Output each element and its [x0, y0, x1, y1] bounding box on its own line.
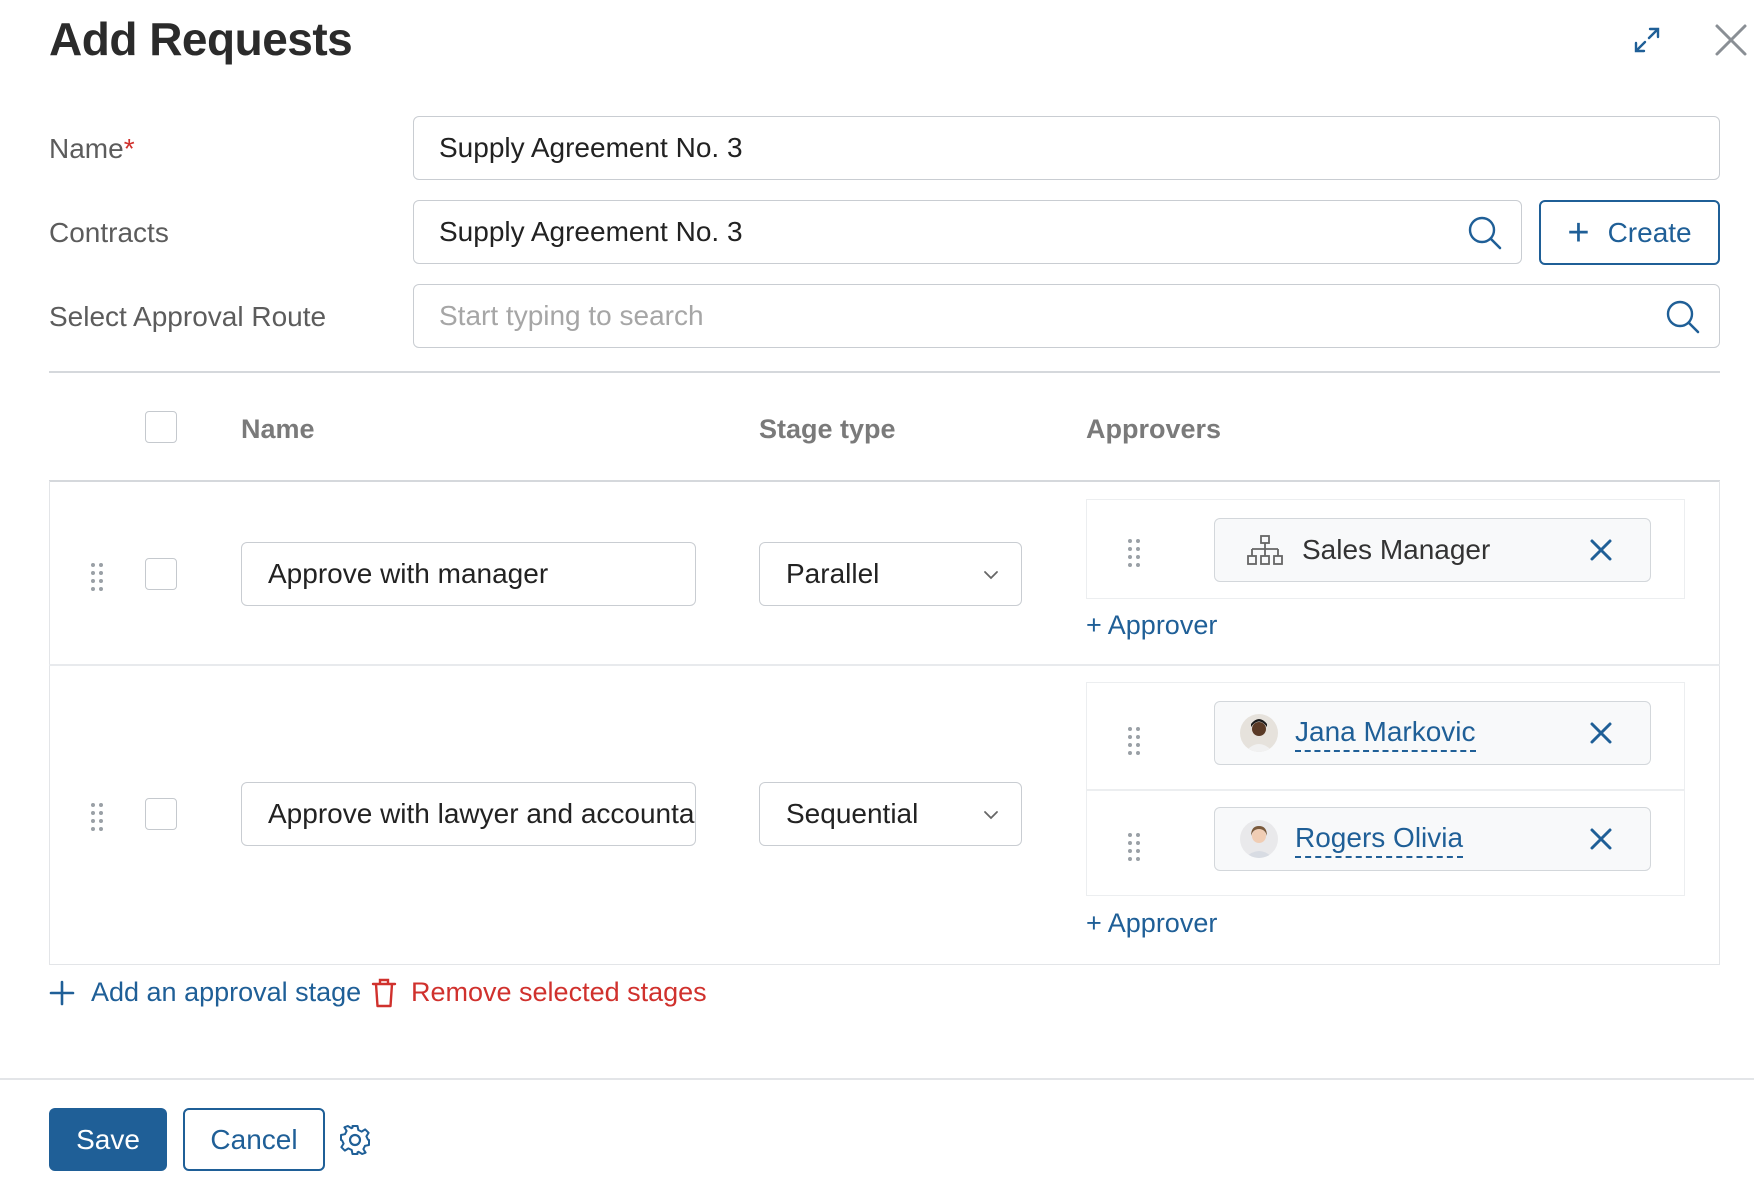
avatar — [1240, 820, 1278, 858]
search-icon[interactable] — [1663, 297, 1703, 337]
close-icon — [1715, 24, 1747, 56]
row-checkbox[interactable] — [145, 558, 177, 590]
stage-name-value: Approve with lawyer and accountant — [268, 798, 696, 829]
dialog-title: Add Requests — [49, 13, 353, 65]
stage-type-value: Sequential — [786, 798, 919, 829]
remove-approver-icon[interactable] — [1588, 537, 1614, 563]
name-label: Name* — [49, 133, 135, 164]
drag-handle-icon[interactable] — [91, 561, 107, 593]
plus-icon: + — [1567, 211, 1590, 254]
stage-name-input[interactable]: Approve with lawyer and accountant — [241, 782, 696, 846]
approver-divider — [1087, 789, 1684, 791]
column-header-stage-type: Stage type — [759, 414, 896, 444]
approval-route-label: Select Approval Route — [49, 301, 327, 332]
close-button[interactable] — [1705, 14, 1754, 66]
remove-approver-icon[interactable] — [1588, 720, 1614, 746]
drag-handle-icon[interactable] — [1128, 831, 1144, 863]
contracts-input[interactable]: Supply Agreement No. 3 — [413, 200, 1522, 264]
plus-icon — [49, 980, 75, 1005]
create-contract-button[interactable]: + Create — [1539, 200, 1720, 265]
name-input[interactable]: Supply Agreement No. 3 — [413, 116, 1720, 180]
remove-stages-label: Remove selected stages — [411, 977, 707, 1007]
column-header-name: Name — [241, 414, 315, 444]
contracts-input-value: Supply Agreement No. 3 — [439, 216, 743, 247]
expand-icon — [1634, 27, 1660, 53]
stage-name-value: Approve with manager — [268, 558, 549, 589]
trash-icon — [371, 978, 397, 1007]
row-divider — [49, 664, 1720, 666]
footer-divider — [0, 1078, 1754, 1080]
add-stage-button[interactable]: Add an approval stage — [49, 977, 361, 1008]
approval-route-placeholder: Start typing to search — [439, 300, 704, 331]
select-all-checkbox[interactable] — [145, 411, 177, 443]
drag-handle-icon[interactable] — [91, 801, 107, 833]
stage-type-select[interactable]: Sequential — [759, 782, 1022, 846]
stage-type-value: Parallel — [786, 558, 880, 589]
approver-chip: Jana Markovic — [1214, 701, 1651, 765]
approver-chip: Sales Manager — [1214, 518, 1651, 582]
approval-route-input[interactable]: Start typing to search — [413, 284, 1720, 348]
stage-type-select[interactable]: Parallel — [759, 542, 1022, 606]
org-structure-icon — [1247, 535, 1283, 565]
form-divider — [49, 371, 1720, 373]
gear-icon — [340, 1125, 370, 1155]
drag-handle-icon[interactable] — [1128, 725, 1144, 757]
search-icon[interactable] — [1465, 213, 1505, 253]
save-button[interactable]: Save — [49, 1108, 167, 1171]
approver-name-link[interactable]: Jana Markovic — [1295, 716, 1476, 752]
contracts-label: Contracts — [49, 217, 169, 248]
create-button-label: Create — [1607, 216, 1692, 248]
chevron-down-icon — [984, 811, 998, 820]
add-approver-link[interactable]: + Approver — [1086, 610, 1217, 641]
row-checkbox[interactable] — [145, 798, 177, 830]
approver-chip: Rogers Olivia — [1214, 807, 1651, 871]
required-mark: * — [123, 133, 135, 164]
expand-button[interactable] — [1621, 14, 1673, 66]
settings-button[interactable] — [338, 1123, 372, 1157]
drag-handle-icon[interactable] — [1128, 537, 1144, 569]
remove-stages-button[interactable]: Remove selected stages — [371, 977, 707, 1008]
stage-name-input[interactable]: Approve with manager — [241, 542, 696, 606]
chevron-down-icon — [984, 571, 998, 580]
add-stage-label: Add an approval stage — [91, 977, 362, 1007]
name-input-value: Supply Agreement No. 3 — [439, 132, 743, 163]
remove-approver-icon[interactable] — [1588, 826, 1614, 852]
column-header-approvers: Approvers — [1086, 414, 1222, 444]
cancel-button[interactable]: Cancel — [183, 1108, 325, 1171]
add-approver-link[interactable]: + Approver — [1086, 908, 1217, 939]
approver-name: Sales Manager — [1302, 534, 1491, 565]
avatar — [1240, 714, 1278, 752]
approver-name-link[interactable]: Rogers Olivia — [1295, 822, 1464, 858]
